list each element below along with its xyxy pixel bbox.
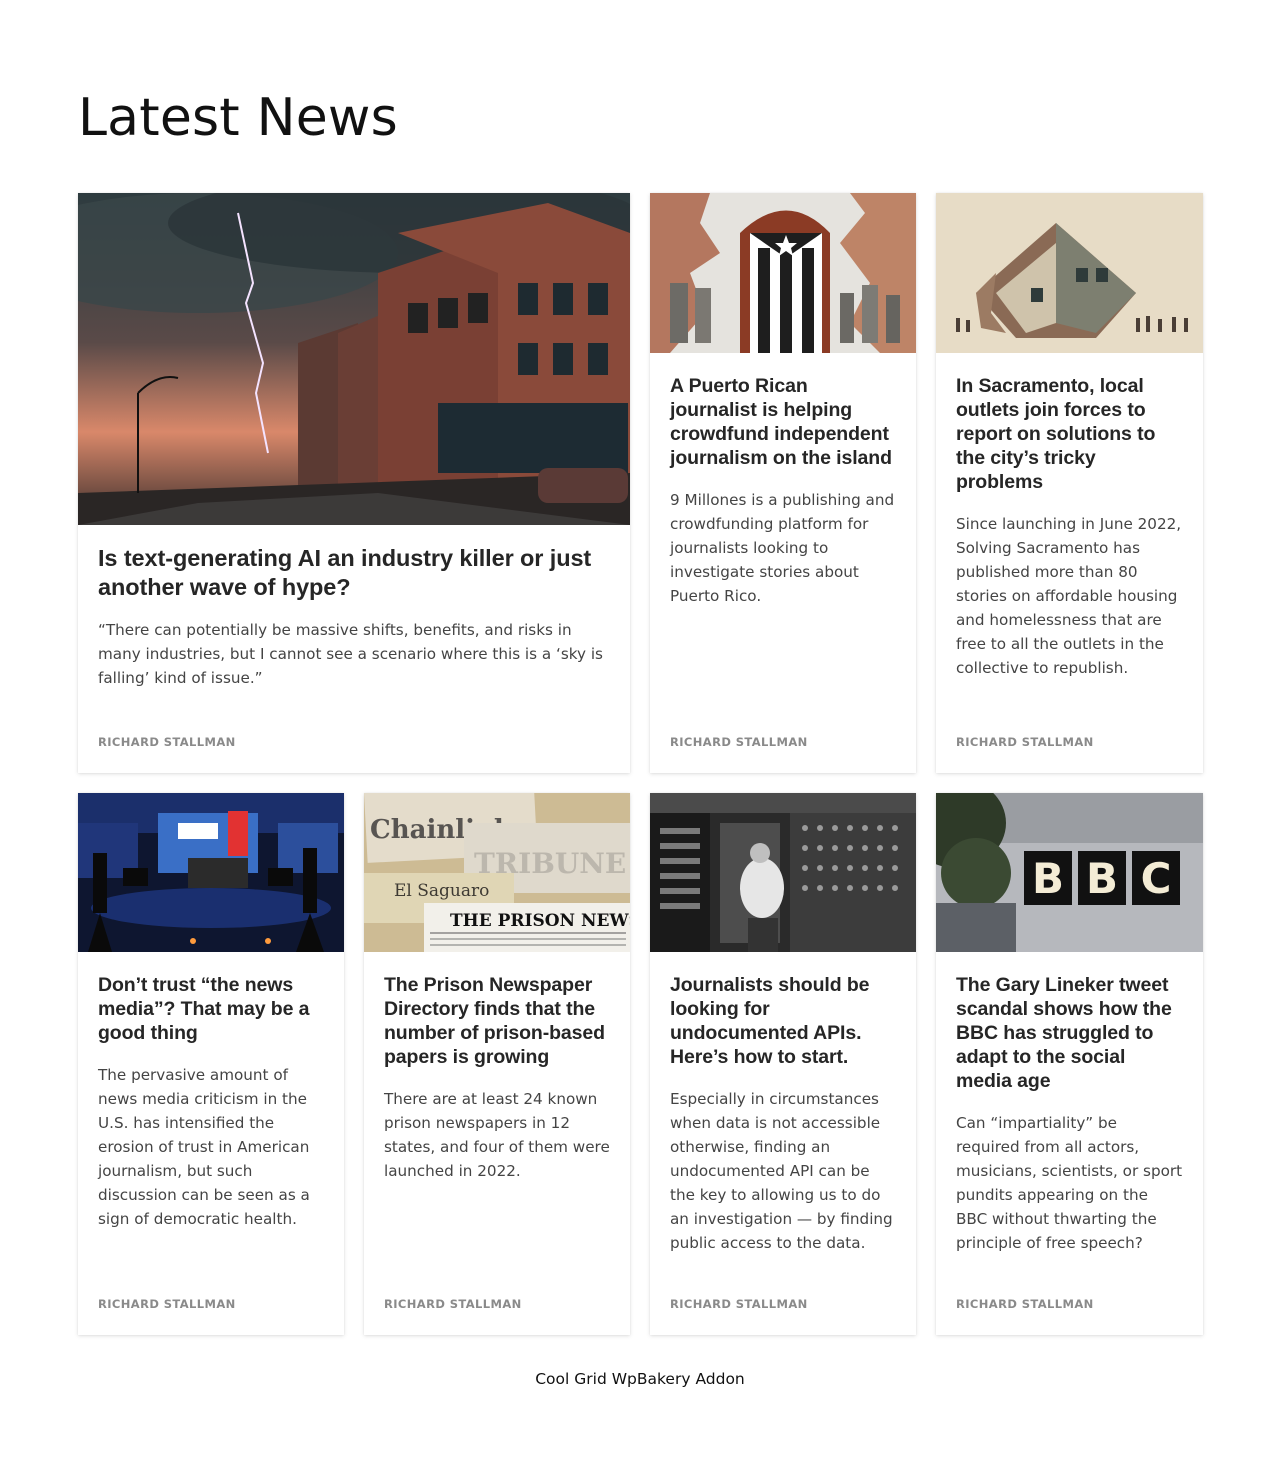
post-author[interactable]: RICHARD STALLMAN [956,1297,1094,1311]
post-card-featured[interactable]: Is text-generating AI an industry killer… [78,193,630,773]
post-title[interactable]: Don’t trust “the news media”? That may b… [98,973,324,1045]
post-excerpt: There are at least 24 known prison newsp… [384,1090,610,1180]
broken-house-image[interactable] [936,193,1203,353]
post-author[interactable]: RICHARD STALLMAN [670,735,808,749]
post-title[interactable]: In Sacramento, local outlets join forces… [956,374,1183,494]
post-card[interactable]: Journalists should be looking for undocu… [650,793,916,1335]
post-card[interactable]: Don’t trust “the news media”? That may b… [78,793,344,1335]
post-excerpt: The pervasive amount of news media criti… [98,1066,310,1228]
page-title: Latest News [78,88,398,148]
post-excerpt: Especially in circumstances when data is… [670,1090,893,1252]
vintage-computer-image[interactable] [650,793,916,952]
post-card[interactable]: Chainlink TRIBUNE El Saguaro THE PRISON … [364,793,630,1335]
post-excerpt: Since launching in June 2022, Solving Sa… [956,515,1182,677]
tv-studio-image[interactable] [78,793,344,952]
storm-town-image[interactable] [78,193,630,525]
post-title[interactable]: Journalists should be looking for undocu… [670,973,896,1069]
post-author[interactable]: RICHARD STALLMAN [384,1297,522,1311]
post-author[interactable]: RICHARD STALLMAN [670,1297,808,1311]
svg-text:B: B [1032,854,1064,903]
puerto-rico-mural-image[interactable] [650,193,916,353]
footer-credit: Cool Grid WpBakery Addon [535,1370,745,1388]
post-author[interactable]: RICHARD STALLMAN [98,1297,236,1311]
post-excerpt: Can “impartiality” be required from all … [956,1114,1183,1252]
post-excerpt: 9 Millones is a publishing and crowdfund… [670,491,895,605]
svg-text:THE PRISON NEWS: THE PRISON NEWS [450,911,630,931]
svg-text:C: C [1141,854,1172,903]
post-title[interactable]: The Prison Newspaper Directory finds tha… [384,973,610,1069]
post-card[interactable]: In Sacramento, local outlets join forces… [936,193,1203,773]
post-excerpt: “There can potentially be massive shifts… [98,621,603,687]
post-title[interactable]: A Puerto Rican journalist is helping cro… [670,374,896,470]
bbc-sign-image[interactable]: B B C [936,793,1203,952]
post-card[interactable]: A Puerto Rican journalist is helping cro… [650,193,916,773]
svg-text:El Saguaro: El Saguaro [394,881,489,901]
svg-text:B: B [1086,854,1118,903]
post-author[interactable]: RICHARD STALLMAN [98,735,236,749]
post-card[interactable]: B B C The Gary Lineker tweet scandal sho… [936,793,1203,1335]
post-title[interactable]: The Gary Lineker tweet scandal shows how… [956,973,1183,1093]
prison-newspapers-image[interactable]: Chainlink TRIBUNE El Saguaro THE PRISON … [364,793,630,952]
post-title[interactable]: Is text-generating AI an industry killer… [98,544,610,602]
post-author[interactable]: RICHARD STALLMAN [956,735,1094,749]
